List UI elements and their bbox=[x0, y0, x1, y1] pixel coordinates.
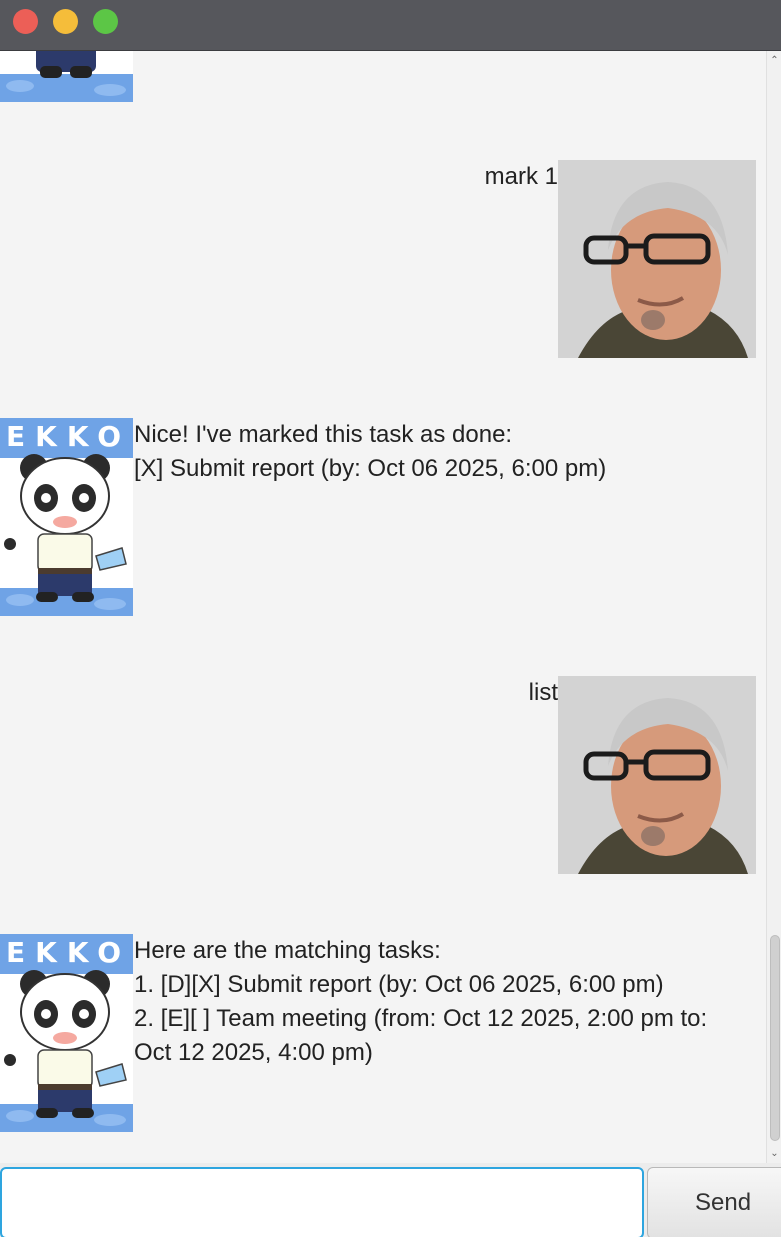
message-line: list bbox=[528, 679, 558, 706]
user-photo-icon bbox=[558, 160, 756, 358]
input-bar: Send bbox=[0, 1163, 781, 1237]
bot-avatar: EKKO bbox=[0, 934, 133, 1132]
maximize-window-button[interactable] bbox=[93, 9, 118, 34]
bot-message: Nice! I've marked this task as done: [X]… bbox=[134, 418, 606, 486]
message-line: mark 1 bbox=[484, 163, 558, 190]
user-photo-icon bbox=[558, 676, 756, 874]
message-input[interactable] bbox=[0, 1167, 644, 1237]
message-line: Oct 12 2025, 4:00 pm) bbox=[134, 1039, 373, 1066]
scroll-down-icon[interactable]: ⌄ bbox=[769, 1148, 780, 1159]
message-line: 1. [D][X] Submit report (by: Oct 06 2025… bbox=[134, 971, 664, 998]
panda-mascot-icon bbox=[0, 51, 133, 102]
close-window-button[interactable] bbox=[13, 9, 38, 34]
vertical-scrollbar[interactable]: ⌃ ⌄ bbox=[766, 51, 781, 1163]
scroll-up-icon[interactable]: ⌃ bbox=[769, 55, 780, 66]
bot-message: Here are the matching tasks: 1. [D][X] S… bbox=[134, 934, 707, 1070]
user-avatar bbox=[558, 676, 756, 874]
user-message: mark 1 bbox=[485, 160, 558, 194]
user-message: list bbox=[529, 676, 558, 710]
scrollbar-thumb[interactable] bbox=[770, 935, 780, 1141]
user-avatar bbox=[558, 160, 756, 358]
bot-avatar-label: EKKO bbox=[6, 420, 132, 453]
message-line: 2. [E][ ] Team meeting (from: Oct 12 202… bbox=[134, 1005, 708, 1032]
chat-scroll-pane[interactable]: mark 1 EKKO Nice! I've marked this task … bbox=[0, 51, 766, 1163]
message-line: Nice! I've marked this task as done: bbox=[134, 421, 513, 448]
send-button[interactable]: Send bbox=[647, 1167, 781, 1237]
bot-avatar: EKKO bbox=[0, 418, 133, 616]
bot-avatar-label: EKKO bbox=[6, 936, 132, 969]
minimize-window-button[interactable] bbox=[53, 9, 78, 34]
message-line: [X] Submit report (by: Oct 06 2025, 6:00… bbox=[134, 455, 607, 482]
message-line: Here are the matching tasks: bbox=[134, 937, 441, 964]
bot-avatar bbox=[0, 51, 133, 102]
window-title-bar bbox=[0, 0, 781, 51]
